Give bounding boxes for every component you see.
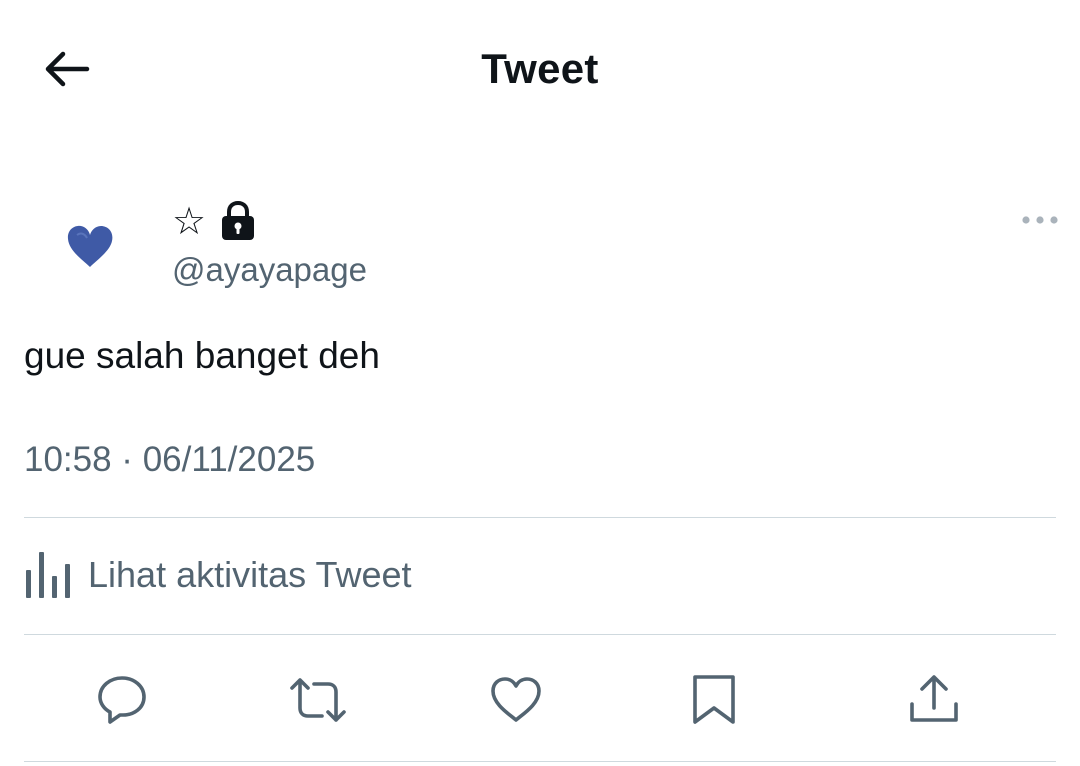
bookmark-button[interactable] xyxy=(684,670,744,730)
display-name-text: ☆ xyxy=(172,199,207,243)
more-options-button[interactable] xyxy=(1016,204,1064,236)
tweet-text: gue salah banget deh xyxy=(24,335,380,376)
page-title: Tweet xyxy=(481,45,599,92)
speech-bubble-icon xyxy=(98,676,146,724)
retweet-icon xyxy=(290,678,346,722)
bar-chart-icon xyxy=(26,552,70,598)
tweet-action-bar xyxy=(0,660,1080,740)
lock-icon xyxy=(222,200,255,240)
divider xyxy=(24,761,1056,762)
view-tweet-activity-link[interactable]: Lihat aktivitas Tweet xyxy=(24,540,412,610)
more-dots-icon xyxy=(1022,216,1058,224)
tweet-timestamp[interactable]: 10:58 · 06/11/2025 xyxy=(24,438,315,482)
share-button[interactable] xyxy=(904,670,964,730)
top-bar: Tweet xyxy=(0,0,1080,140)
avatar[interactable] xyxy=(58,214,122,278)
author-display-name[interactable]: ☆ xyxy=(172,196,256,246)
bookmark-icon xyxy=(693,675,735,724)
share-icon xyxy=(910,675,958,722)
activity-label: Lihat aktivitas Tweet xyxy=(88,554,412,595)
blue-heart-icon xyxy=(67,225,113,267)
divider xyxy=(24,517,1056,518)
heart-icon xyxy=(491,677,541,722)
reply-button[interactable] xyxy=(92,670,152,730)
like-button[interactable] xyxy=(486,670,546,730)
divider xyxy=(24,634,1056,635)
author-handle[interactable]: @ayayapage xyxy=(172,250,367,290)
retweet-button[interactable] xyxy=(288,670,348,730)
